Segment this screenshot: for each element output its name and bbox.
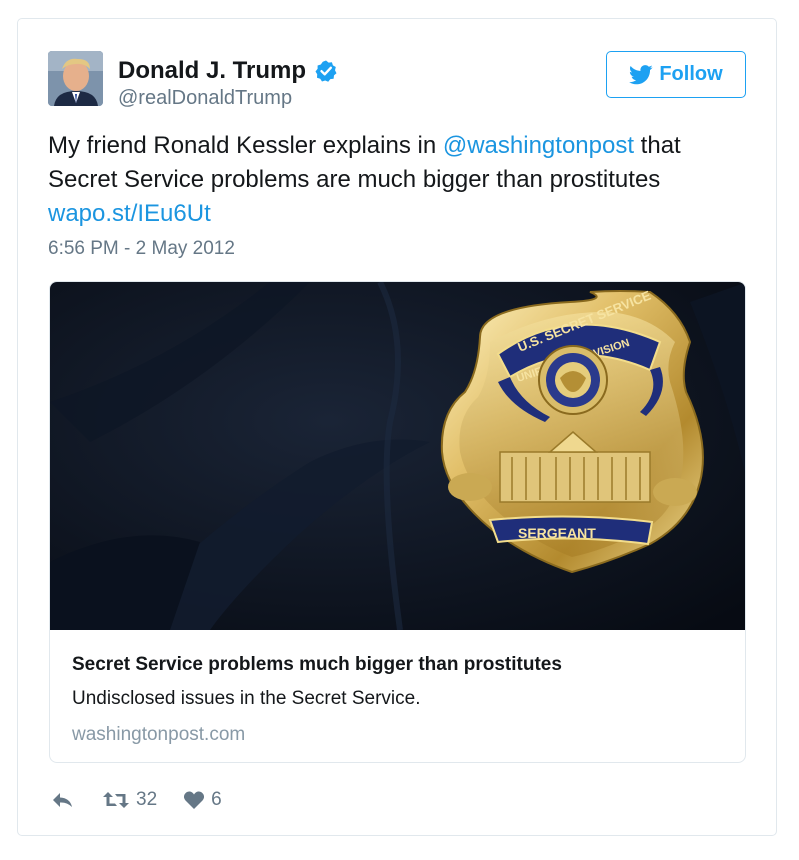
tweet-timestamp[interactable]: 6:56 PM - 2 May 2012: [48, 238, 235, 260]
mention-link[interactable]: @washingtonpost: [443, 132, 634, 159]
verified-badge-icon: [315, 60, 337, 82]
like-count: 6: [211, 789, 222, 810]
retweet-count: 32: [136, 789, 158, 810]
follow-label: Follow: [659, 63, 723, 85]
card-domain[interactable]: washingtonpost.com: [72, 724, 245, 746]
author-handle[interactable]: @realDonaldTrump: [118, 87, 292, 110]
follow-button[interactable]: Follow: [606, 51, 746, 98]
tweet-text-part1: My friend Ronald Kessler explains in: [48, 132, 443, 159]
retweet-button[interactable]: 32: [102, 789, 157, 811]
tweet-actions: 32 6: [50, 787, 248, 813]
author-name[interactable]: Donald J. Trump: [118, 57, 338, 85]
reply-icon: [53, 793, 72, 807]
card-title[interactable]: Secret Service problems much bigger than…: [72, 654, 562, 676]
author-name-text: Donald J. Trump: [118, 57, 307, 84]
tweet-url-link[interactable]: wapo.st/IEu6Ut: [48, 200, 211, 227]
twitter-bird-icon: [629, 64, 653, 84]
card-image[interactable]: U.S. SECRET SERVICE UNIFORMED DIVISION: [50, 282, 746, 630]
tweet-text: My friend Ronald Kessler explains in @wa…: [48, 129, 748, 231]
reply-button[interactable]: [50, 790, 76, 810]
badge-bottom-text: SERGEANT: [518, 525, 596, 541]
avatar-image: [48, 51, 103, 106]
like-button[interactable]: 6: [183, 789, 222, 811]
link-preview-card[interactable]: U.S. SECRET SERVICE UNIFORMED DIVISION: [49, 281, 746, 763]
retweet-icon: [103, 792, 129, 808]
tweet-card: Donald J. Trump @realDonaldTrump Follow …: [17, 18, 777, 836]
card-description: Undisclosed issues in the Secret Service…: [72, 688, 421, 709]
heart-icon: [184, 791, 205, 809]
avatar[interactable]: [48, 51, 103, 106]
